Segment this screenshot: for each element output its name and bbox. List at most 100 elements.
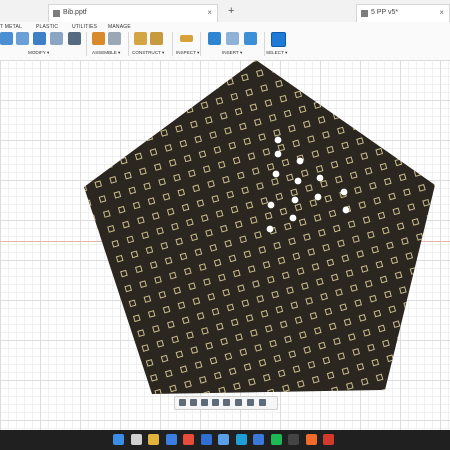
solder-pad: [101, 371, 109, 380]
solder-pad: [429, 390, 435, 394]
solder-pad: [349, 60, 358, 67]
solder-pad: [84, 199, 92, 208]
store-icon[interactable]: [253, 434, 264, 445]
orbit-icon[interactable]: [179, 399, 186, 406]
app-icon[interactable]: [288, 434, 299, 445]
group-assemble[interactable]: ASSEMBLE ▾: [92, 50, 120, 56]
solder-pad: [88, 327, 96, 335]
solder-pad: [398, 60, 407, 69]
tab-utilities[interactable]: UTILITIES: [72, 24, 97, 30]
solder-pad: [84, 120, 85, 129]
solder-pad: [109, 288, 118, 297]
move-tool[interactable]: [68, 32, 81, 45]
look-at-icon[interactable]: [190, 399, 197, 406]
edge-icon[interactable]: [235, 434, 247, 445]
insert-mesh-tool[interactable]: [226, 32, 239, 45]
solder-pad: [196, 86, 205, 95]
solder-pad: [135, 378, 143, 386]
solder-pad: [418, 296, 426, 305]
tab-sheet-metal[interactable]: T METAL: [0, 24, 22, 30]
solder-pad: [126, 122, 134, 131]
shell-tool[interactable]: [33, 32, 46, 45]
group-construct[interactable]: CONSTRUCT ▾: [132, 50, 164, 56]
chrome-icon[interactable]: [183, 434, 194, 445]
solder-pad: [84, 86, 92, 95]
close-tab-icon[interactable]: ×: [207, 8, 212, 17]
solder-pad: [100, 146, 109, 154]
office-icon[interactable]: [323, 434, 334, 445]
search-icon[interactable]: [130, 434, 142, 445]
solder-pad: [432, 179, 435, 188]
fillet-tool[interactable]: [16, 32, 29, 45]
spotify-icon[interactable]: [270, 434, 282, 445]
viewports-icon[interactable]: [259, 399, 266, 406]
solder-pad: [105, 161, 113, 169]
design-canvas[interactable]: [0, 60, 450, 430]
solder-pad: [422, 311, 431, 320]
navigation-bar: [174, 396, 278, 410]
solder-pad: [158, 65, 166, 73]
tab-manage[interactable]: MANAGE: [108, 24, 131, 30]
solder-pad: [115, 141, 124, 150]
insert-image-tool[interactable]: [244, 32, 257, 45]
mounting-hole: [291, 196, 299, 204]
fit-icon[interactable]: [223, 399, 230, 406]
group-insert[interactable]: INSERT ▾: [222, 50, 242, 56]
solder-pad: [162, 80, 171, 88]
browser-icon[interactable]: [165, 434, 177, 445]
measure-tool[interactable]: [180, 35, 193, 42]
solder-pad: [411, 105, 420, 113]
mounting-hole: [296, 157, 304, 165]
mounting-hole: [314, 193, 322, 201]
solder-pad: [267, 388, 275, 394]
group-select[interactable]: SELECT ▾: [266, 50, 287, 56]
pentagon-plate-model[interactable]: [0, 60, 450, 430]
mounting-hole: [316, 174, 324, 182]
solder-pad: [86, 263, 94, 272]
group-modify[interactable]: MODIFY ▾: [28, 50, 49, 56]
mounting-hole: [274, 150, 282, 158]
solder-pad: [362, 103, 371, 111]
solder-pad: [426, 213, 435, 222]
solder-pad: [353, 73, 362, 82]
mounting-hole: [340, 188, 348, 196]
pan-icon[interactable]: [201, 399, 208, 406]
add-tab-icon[interactable]: +: [228, 5, 234, 17]
new-component-tool[interactable]: [92, 32, 105, 45]
solder-pad: [100, 259, 109, 267]
combine-tool[interactable]: [50, 32, 63, 45]
solder-pad: [403, 301, 411, 309]
solder-pad: [236, 60, 245, 67]
start-icon[interactable]: [113, 434, 124, 445]
mail-icon[interactable]: [200, 434, 212, 445]
solder-pad: [98, 82, 107, 91]
solder-pad: [420, 360, 429, 369]
fusion-icon[interactable]: [305, 434, 317, 445]
group-inspect[interactable]: INSPECT ▾: [176, 50, 199, 56]
document-tab-active[interactable]: 5 PP v5* ×: [356, 4, 450, 22]
joint-tool[interactable]: [108, 32, 121, 45]
files-icon[interactable]: [148, 434, 159, 445]
solder-pad: [147, 84, 156, 93]
tab-plastic[interactable]: PLASTIC: [36, 24, 58, 30]
grid-settings-icon[interactable]: [247, 399, 254, 406]
select-tool[interactable]: [271, 32, 286, 47]
plane-at-angle-tool[interactable]: [150, 32, 163, 45]
photos-icon[interactable]: [218, 434, 229, 445]
solder-pad: [85, 150, 94, 159]
solder-pad: [413, 281, 422, 290]
solder-pad: [422, 86, 430, 94]
solder-pad: [366, 118, 375, 126]
press-pull-tool[interactable]: [0, 32, 13, 45]
document-tab[interactable]: Bib.pptf ×: [48, 4, 218, 22]
solder-pad: [177, 75, 185, 84]
close-tab-icon[interactable]: ×: [439, 8, 444, 17]
offset-plane-tool[interactable]: [134, 32, 147, 45]
pentagon-plate[interactable]: [84, 60, 435, 394]
solder-pad: [143, 69, 151, 78]
zoom-icon[interactable]: [212, 399, 219, 406]
insert-derive-tool[interactable]: [208, 32, 221, 45]
display-settings-icon[interactable]: [235, 399, 242, 406]
solder-pad: [96, 131, 105, 140]
solder-pad: [84, 312, 92, 321]
